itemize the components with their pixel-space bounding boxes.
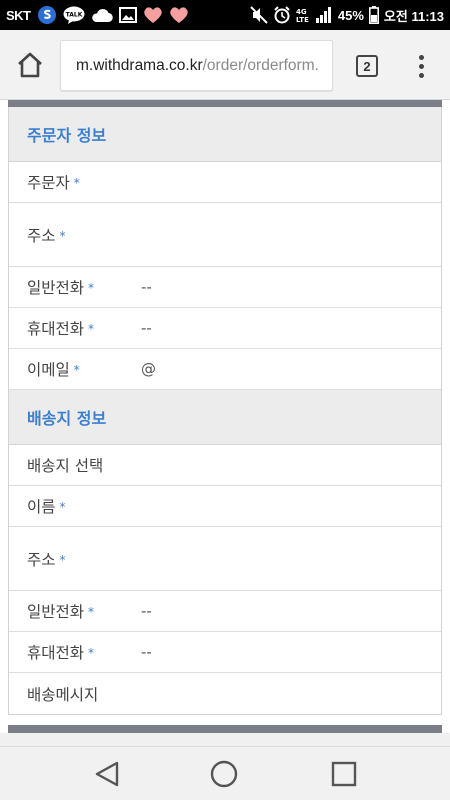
orderer-name-row[interactable]: 주문자 * xyxy=(9,162,441,203)
field-label: 일반전화 * xyxy=(27,279,95,297)
field-value[interactable]: -- xyxy=(141,643,152,661)
field-label: 배송메시지 xyxy=(27,685,99,704)
s-app-icon xyxy=(37,5,57,25)
shipping-section-title: 배송지 정보 xyxy=(9,390,441,445)
required-mark: * xyxy=(59,228,66,243)
field-label: 휴대전화 * xyxy=(27,644,95,662)
mute-icon xyxy=(250,6,268,24)
field-label: 배송지 선택 xyxy=(27,457,104,475)
field-value[interactable]: -- xyxy=(141,278,152,296)
browser-toolbar: m.withdrama.co.kr/order/orderform. 2 xyxy=(0,30,450,100)
required-mark: * xyxy=(59,552,66,567)
required-mark: * xyxy=(88,605,95,619)
more-icon[interactable] xyxy=(412,52,430,80)
gallery-icon xyxy=(118,7,137,23)
home-circle-icon[interactable] xyxy=(209,759,239,789)
url-host: m.withdrama.co.kr xyxy=(76,57,203,74)
lte-icon: 4G LTE xyxy=(296,6,310,24)
shipping-name-row[interactable]: 이름 * xyxy=(9,486,441,527)
page-footer-area xyxy=(0,733,450,746)
svg-text:LTE: LTE xyxy=(296,16,309,24)
orderer-address-row[interactable]: 주소 * xyxy=(9,203,441,267)
field-label: 주문자 * xyxy=(27,174,80,192)
field-label: 이름 * xyxy=(27,498,66,516)
alarm-icon xyxy=(273,6,291,24)
bottom-divider xyxy=(8,725,442,733)
svg-text:TALK: TALK xyxy=(65,12,82,19)
required-mark: * xyxy=(73,176,80,190)
field-label: 주소 * xyxy=(27,226,66,245)
page-content: 주문자 정보 주문자 * 주소 * 일반전화 * -- 휴대전화 * -- 이메일 * @… xyxy=(0,100,450,746)
svg-text:4G: 4G xyxy=(296,8,307,16)
required-mark: * xyxy=(59,500,66,514)
top-divider xyxy=(8,100,442,107)
battery-icon xyxy=(368,6,379,24)
field-value[interactable]: -- xyxy=(141,602,152,620)
battery-percent: 45% xyxy=(337,7,364,23)
field-label: 주소 * xyxy=(27,550,66,569)
url-path: /order/orderform. xyxy=(202,57,319,74)
order-form-panel: 주문자 정보 주문자 * 주소 * 일반전화 * -- 휴대전화 * -- 이메일 * @… xyxy=(8,107,442,715)
home-icon[interactable] xyxy=(14,50,46,80)
shipping-mobile-row[interactable]: 휴대전화 * -- xyxy=(9,632,441,673)
status-bar: SKT TALK 4G LTE 45% 오전 11:13 xyxy=(0,0,450,30)
shipping-address-row[interactable]: 주소 * xyxy=(9,527,441,591)
field-value[interactable]: @ xyxy=(141,360,156,378)
orderer-section-title: 주문자 정보 xyxy=(9,107,441,162)
cloud-icon xyxy=(91,7,113,23)
field-value[interactable]: -- xyxy=(141,319,152,337)
heart-icon xyxy=(169,6,189,24)
heart-icon xyxy=(143,6,163,24)
required-mark: * xyxy=(88,281,95,295)
recents-icon[interactable] xyxy=(329,759,359,789)
signal-icon xyxy=(315,6,333,24)
orderer-email-row[interactable]: 이메일 * @ xyxy=(9,349,441,390)
field-label: 이메일 * xyxy=(27,361,80,379)
shipping-phone-row[interactable]: 일반전화 * -- xyxy=(9,591,441,632)
system-nav-bar xyxy=(0,746,450,800)
back-icon[interactable] xyxy=(92,759,122,789)
clock: 오전 11:13 xyxy=(383,8,444,24)
field-label: 휴대전화 * xyxy=(27,320,95,338)
talk-icon: TALK xyxy=(63,6,85,24)
orderer-mobile-row[interactable]: 휴대전화 * -- xyxy=(9,308,441,349)
url-bar[interactable]: m.withdrama.co.kr/order/orderform. xyxy=(60,40,333,91)
shipping-message-row[interactable]: 배송메시지 xyxy=(9,673,441,714)
required-mark: * xyxy=(88,322,95,336)
field-label: 일반전화 * xyxy=(27,603,95,621)
required-mark: * xyxy=(88,646,95,660)
carrier-label: SKT xyxy=(6,7,31,23)
shipping-select-row[interactable]: 배송지 선택 xyxy=(9,445,441,486)
tab-switcher-button[interactable]: 2 xyxy=(356,55,378,77)
required-mark: * xyxy=(73,363,80,377)
orderer-phone-row[interactable]: 일반전화 * -- xyxy=(9,267,441,308)
